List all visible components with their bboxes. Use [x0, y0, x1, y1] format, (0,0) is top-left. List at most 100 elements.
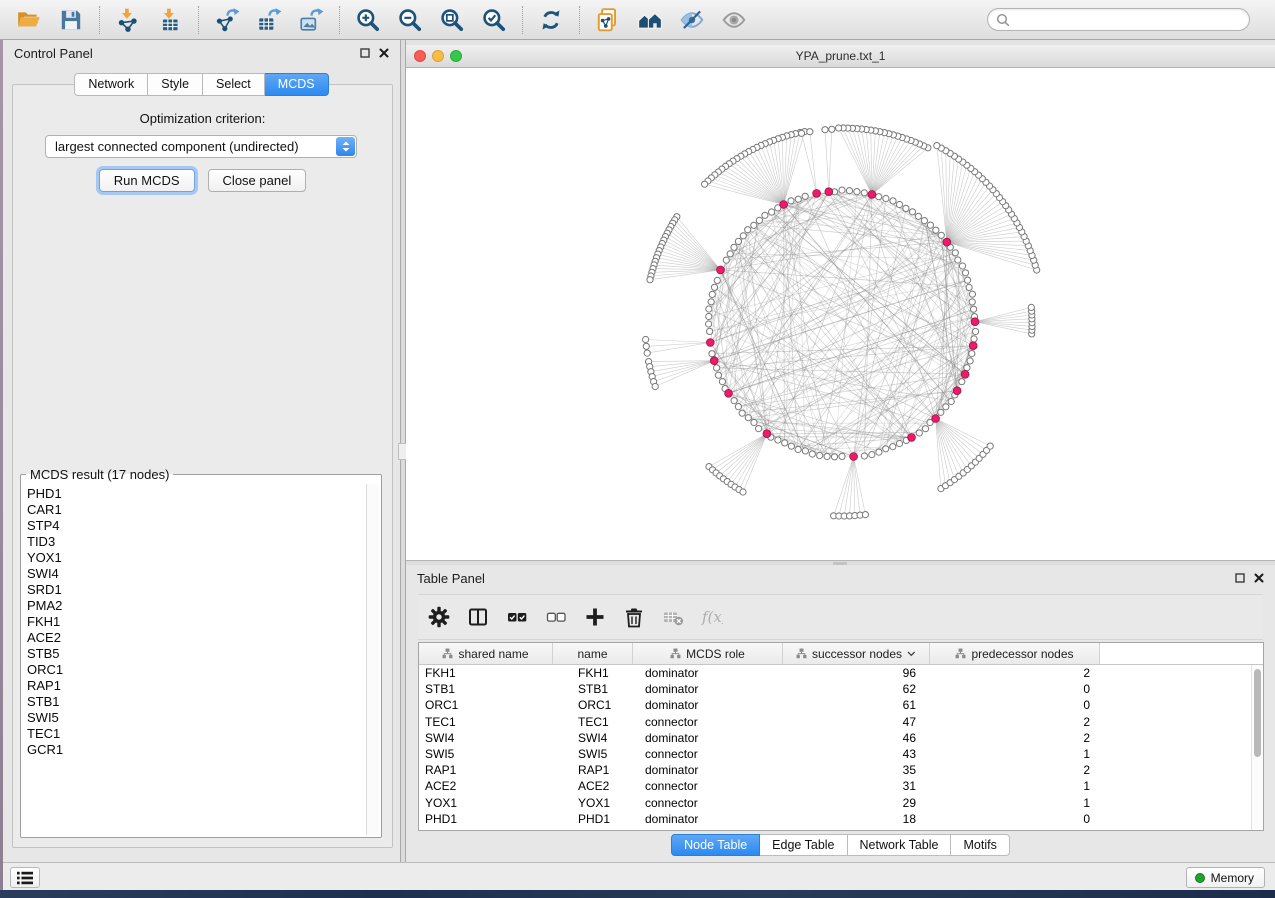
table-cell[interactable]: 1: [930, 746, 1100, 762]
table-cell[interactable]: STB1: [553, 681, 633, 697]
table-cell[interactable]: 61: [783, 697, 930, 713]
memory-button[interactable]: Memory: [1186, 867, 1265, 888]
table-row[interactable]: STB1STB1dominator620: [419, 681, 1263, 697]
refresh-layout-icon[interactable]: [538, 7, 564, 33]
mcds-result-item[interactable]: STB5: [23, 646, 366, 662]
table-cell[interactable]: SWI4: [419, 730, 553, 746]
bottom-tab-motifs[interactable]: Motifs: [951, 834, 1009, 856]
table-row[interactable]: ORC1ORC1dominator610: [419, 697, 1263, 713]
table-cell[interactable]: 96: [783, 665, 930, 681]
network-home-icon[interactable]: [637, 7, 663, 33]
table-cell[interactable]: connector: [633, 778, 783, 794]
export-image-icon[interactable]: [298, 7, 324, 33]
maximize-traffic-light[interactable]: [450, 50, 462, 62]
column-header-MCDS-role[interactable]: MCDS role: [633, 643, 783, 664]
table-cell[interactable]: 43: [783, 746, 930, 762]
float-panel-icon[interactable]: [1235, 573, 1245, 583]
close-panel-icon[interactable]: [379, 48, 389, 58]
zoom-fit-icon[interactable]: [439, 7, 465, 33]
mcds-result-item[interactable]: STP4: [23, 518, 366, 534]
column-header-shared-name[interactable]: shared name: [419, 643, 553, 664]
bottom-tab-edge-table[interactable]: Edge Table: [760, 834, 847, 856]
table-cell[interactable]: PHD1: [419, 811, 553, 827]
mcds-result-item[interactable]: STB1: [23, 694, 366, 710]
add-column-icon[interactable]: [584, 606, 606, 628]
table-row[interactable]: YOX1YOX1connector291: [419, 795, 1263, 811]
table-cell[interactable]: 0: [930, 811, 1100, 827]
tab-mcds[interactable]: MCDS: [265, 73, 329, 96]
table-cell[interactable]: 29: [783, 795, 930, 811]
import-network-icon[interactable]: [115, 7, 141, 33]
table-cell[interactable]: 62: [783, 681, 930, 697]
mcds-result-item[interactable]: TID3: [23, 534, 366, 550]
table-cell[interactable]: TEC1: [419, 714, 553, 730]
table-cell[interactable]: YOX1: [419, 795, 553, 811]
mcds-result-item[interactable]: ORC1: [23, 662, 366, 678]
table-cell[interactable]: 2: [930, 730, 1100, 746]
network-canvas[interactable]: [406, 68, 1275, 560]
mcds-result-item[interactable]: CAR1: [23, 502, 366, 518]
table-cell[interactable]: dominator: [633, 730, 783, 746]
table-cell[interactable]: FKH1: [553, 665, 633, 681]
minimize-traffic-light[interactable]: [432, 50, 444, 62]
table-scrollbar[interactable]: [1251, 665, 1263, 830]
bottom-tab-network-table[interactable]: Network Table: [848, 834, 952, 856]
export-network-icon[interactable]: [214, 7, 240, 33]
open-session-icon[interactable]: [16, 7, 42, 33]
table-cell[interactable]: STB1: [419, 681, 553, 697]
table-cell[interactable]: ORC1: [419, 697, 553, 713]
table-row[interactable]: FKH1FKH1dominator962: [419, 665, 1263, 681]
table-cell[interactable]: dominator: [633, 665, 783, 681]
table-cell[interactable]: FKH1: [419, 665, 553, 681]
criterion-dropdown[interactable]: largest connected component (undirected): [45, 135, 357, 158]
column-header-name[interactable]: name: [553, 643, 633, 664]
mcds-list-scrollbar[interactable]: [366, 484, 379, 835]
table-cell[interactable]: YOX1: [553, 795, 633, 811]
table-cell[interactable]: RAP1: [553, 762, 633, 778]
mcds-result-item[interactable]: PHD1: [23, 486, 366, 502]
table-row[interactable]: SWI5SWI5connector431: [419, 746, 1263, 762]
select-all-icon[interactable]: [506, 606, 528, 628]
save-session-icon[interactable]: [58, 7, 84, 33]
table-cell[interactable]: connector: [633, 795, 783, 811]
tab-style[interactable]: Style: [148, 73, 203, 96]
table-cell[interactable]: 1: [930, 795, 1100, 811]
mcds-result-item[interactable]: YOX1: [23, 550, 366, 566]
float-panel-icon[interactable]: [360, 48, 370, 58]
mcds-result-item[interactable]: SWI4: [23, 566, 366, 582]
network-graph[interactable]: [406, 68, 1275, 560]
tab-network[interactable]: Network: [74, 73, 148, 96]
table-cell[interactable]: dominator: [633, 697, 783, 713]
mcds-result-item[interactable]: SRD1: [23, 582, 366, 598]
table-row[interactable]: SWI4SWI4dominator462: [419, 730, 1263, 746]
show-graphics-details-icon[interactable]: [721, 7, 747, 33]
table-cell[interactable]: dominator: [633, 681, 783, 697]
table-cell[interactable]: ORC1: [553, 697, 633, 713]
table-cell[interactable]: ACE2: [419, 778, 553, 794]
zoom-in-icon[interactable]: [355, 7, 381, 33]
table-row[interactable]: ACE2ACE2connector311: [419, 778, 1263, 794]
table-cell[interactable]: dominator: [633, 762, 783, 778]
settings-gear-icon[interactable]: [428, 606, 450, 628]
scrollbar-thumb[interactable]: [1254, 669, 1261, 757]
zoom-selected-icon[interactable]: [481, 7, 507, 33]
share-document-icon[interactable]: [595, 7, 621, 33]
deselect-all-icon[interactable]: [545, 606, 567, 628]
table-cell[interactable]: 47: [783, 714, 930, 730]
table-cell[interactable]: 2: [930, 665, 1100, 681]
table-cell[interactable]: 2: [930, 762, 1100, 778]
network-window-titlebar[interactable]: YPA_prune.txt_1: [406, 45, 1275, 68]
mcds-result-item[interactable]: FKH1: [23, 614, 366, 630]
table-cell[interactable]: 2: [930, 714, 1100, 730]
table-cell[interactable]: 35: [783, 762, 930, 778]
mcds-result-item[interactable]: PMA2: [23, 598, 366, 614]
table-cell[interactable]: connector: [633, 714, 783, 730]
table-cell[interactable]: SWI5: [419, 746, 553, 762]
split-panel-icon[interactable]: [467, 606, 489, 628]
table-row[interactable]: TEC1TEC1connector472: [419, 714, 1263, 730]
mcds-result-item[interactable]: RAP1: [23, 678, 366, 694]
table-cell[interactable]: 31: [783, 778, 930, 794]
mcds-result-item[interactable]: ACE2: [23, 630, 366, 646]
export-table-icon[interactable]: [256, 7, 282, 33]
table-row[interactable]: RAP1RAP1dominator352: [419, 762, 1263, 778]
